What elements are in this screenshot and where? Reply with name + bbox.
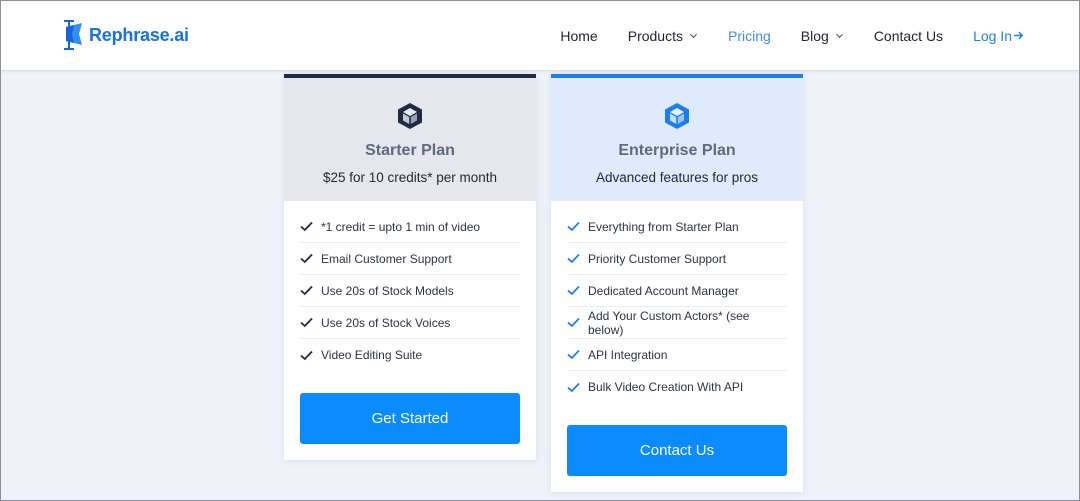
login-link[interactable]: Log In bbox=[973, 28, 1024, 44]
enterprise-plan-card: Enterprise Plan Advanced features for pr… bbox=[551, 74, 803, 492]
feature-text: Priority Customer Support bbox=[588, 251, 727, 266]
nav-blog-label: Blog bbox=[800, 27, 829, 44]
check-icon bbox=[300, 221, 313, 232]
plan-tagline: Advanced features for pros bbox=[595, 170, 759, 185]
nav-products-label: Products bbox=[627, 27, 683, 44]
check-icon bbox=[300, 253, 313, 264]
starter-plan-card: Starter Plan $25 for 10 credits* per mon… bbox=[284, 74, 536, 460]
login-label: Log In bbox=[973, 27, 1012, 44]
feature-item: Everything from Starter Plan bbox=[567, 211, 787, 243]
nav-home[interactable]: Home bbox=[560, 28, 597, 44]
starter-plan-header: Starter Plan $25 for 10 credits* per mon… bbox=[284, 78, 536, 201]
nav-pricing-label: Pricing bbox=[727, 27, 771, 44]
feature-item: Video Editing Suite bbox=[300, 339, 520, 371]
plan-title: Enterprise Plan bbox=[618, 142, 736, 159]
nav-contact-us-label: Contact Us bbox=[873, 27, 944, 44]
site-header: Rephrase.ai Home Products Pricing Blog C… bbox=[0, 0, 1080, 71]
feature-text: Video Editing Suite bbox=[321, 348, 423, 362]
feature-item: *1 credit = upto 1 min of video bbox=[300, 211, 520, 243]
enterprise-plan-header: Enterprise Plan Advanced features for pr… bbox=[551, 78, 803, 201]
check-icon bbox=[300, 285, 313, 296]
check-icon bbox=[300, 317, 313, 328]
feature-text: API Integration bbox=[588, 347, 668, 362]
get-started-button[interactable]: Get Started bbox=[300, 393, 520, 444]
check-icon bbox=[567, 382, 580, 392]
feature-item: Use 20s of Stock Voices bbox=[300, 307, 520, 339]
check-icon bbox=[567, 285, 580, 296]
check-icon bbox=[300, 350, 313, 360]
chevron-down-icon bbox=[835, 33, 843, 39]
nav-contact-us[interactable]: Contact Us bbox=[874, 28, 943, 44]
plan-title: Starter Plan bbox=[365, 142, 455, 159]
box-icon bbox=[398, 103, 422, 129]
feature-text: Use 20s of Stock Models bbox=[321, 283, 454, 298]
feature-item: Dedicated Account Manager bbox=[567, 275, 787, 307]
feature-item: Priority Customer Support bbox=[567, 243, 787, 275]
feature-text: Add Your Custom Actors* (see below) bbox=[588, 308, 750, 337]
check-icon bbox=[567, 317, 580, 328]
feature-list: Everything from Starter Plan Priority Cu… bbox=[567, 211, 787, 403]
feature-text: Dedicated Account Manager bbox=[588, 283, 739, 298]
check-icon bbox=[567, 253, 580, 264]
feature-text: Use 20s of Stock Voices bbox=[321, 315, 451, 330]
nav-home-label: Home bbox=[560, 27, 598, 44]
window-border bbox=[0, 0, 1080, 501]
feature-text: Bulk Video Creation With API bbox=[588, 380, 744, 394]
feature-item: Use 20s of Stock Models bbox=[300, 275, 520, 307]
logo-icon bbox=[64, 20, 82, 50]
feature-text: Everything from Starter Plan bbox=[588, 219, 739, 234]
feature-item: Bulk Video Creation With API bbox=[567, 371, 787, 403]
brand-logo[interactable]: Rephrase.ai bbox=[60, 17, 189, 53]
check-icon bbox=[567, 221, 580, 232]
check-icon bbox=[567, 349, 580, 360]
feature-item: Email Customer Support bbox=[300, 243, 520, 275]
feature-text: Email Customer Support bbox=[321, 251, 452, 266]
feature-item: API Integration bbox=[567, 339, 787, 371]
arrow-right-icon bbox=[1013, 31, 1024, 40]
nav-products[interactable]: Products bbox=[628, 28, 698, 44]
nav-pricing[interactable]: Pricing bbox=[728, 28, 771, 44]
feature-list: *1 credit = upto 1 min of video Email Cu… bbox=[300, 211, 520, 371]
plan-price: $25 for 10 credits* per month bbox=[322, 170, 498, 185]
main-nav: Home Products Pricing Blog Contact Us Lo… bbox=[530, 0, 1024, 71]
feature-item: Add Your Custom Actors* (see below) bbox=[567, 307, 787, 339]
feature-text: *1 credit = upto 1 min of video bbox=[321, 219, 481, 234]
contact-us-button[interactable]: Contact Us bbox=[567, 425, 787, 476]
box-icon bbox=[665, 103, 689, 129]
nav-blog[interactable]: Blog bbox=[801, 28, 844, 44]
brand-name: Rephrase.ai bbox=[89, 24, 189, 45]
chevron-down-icon bbox=[689, 33, 698, 39]
